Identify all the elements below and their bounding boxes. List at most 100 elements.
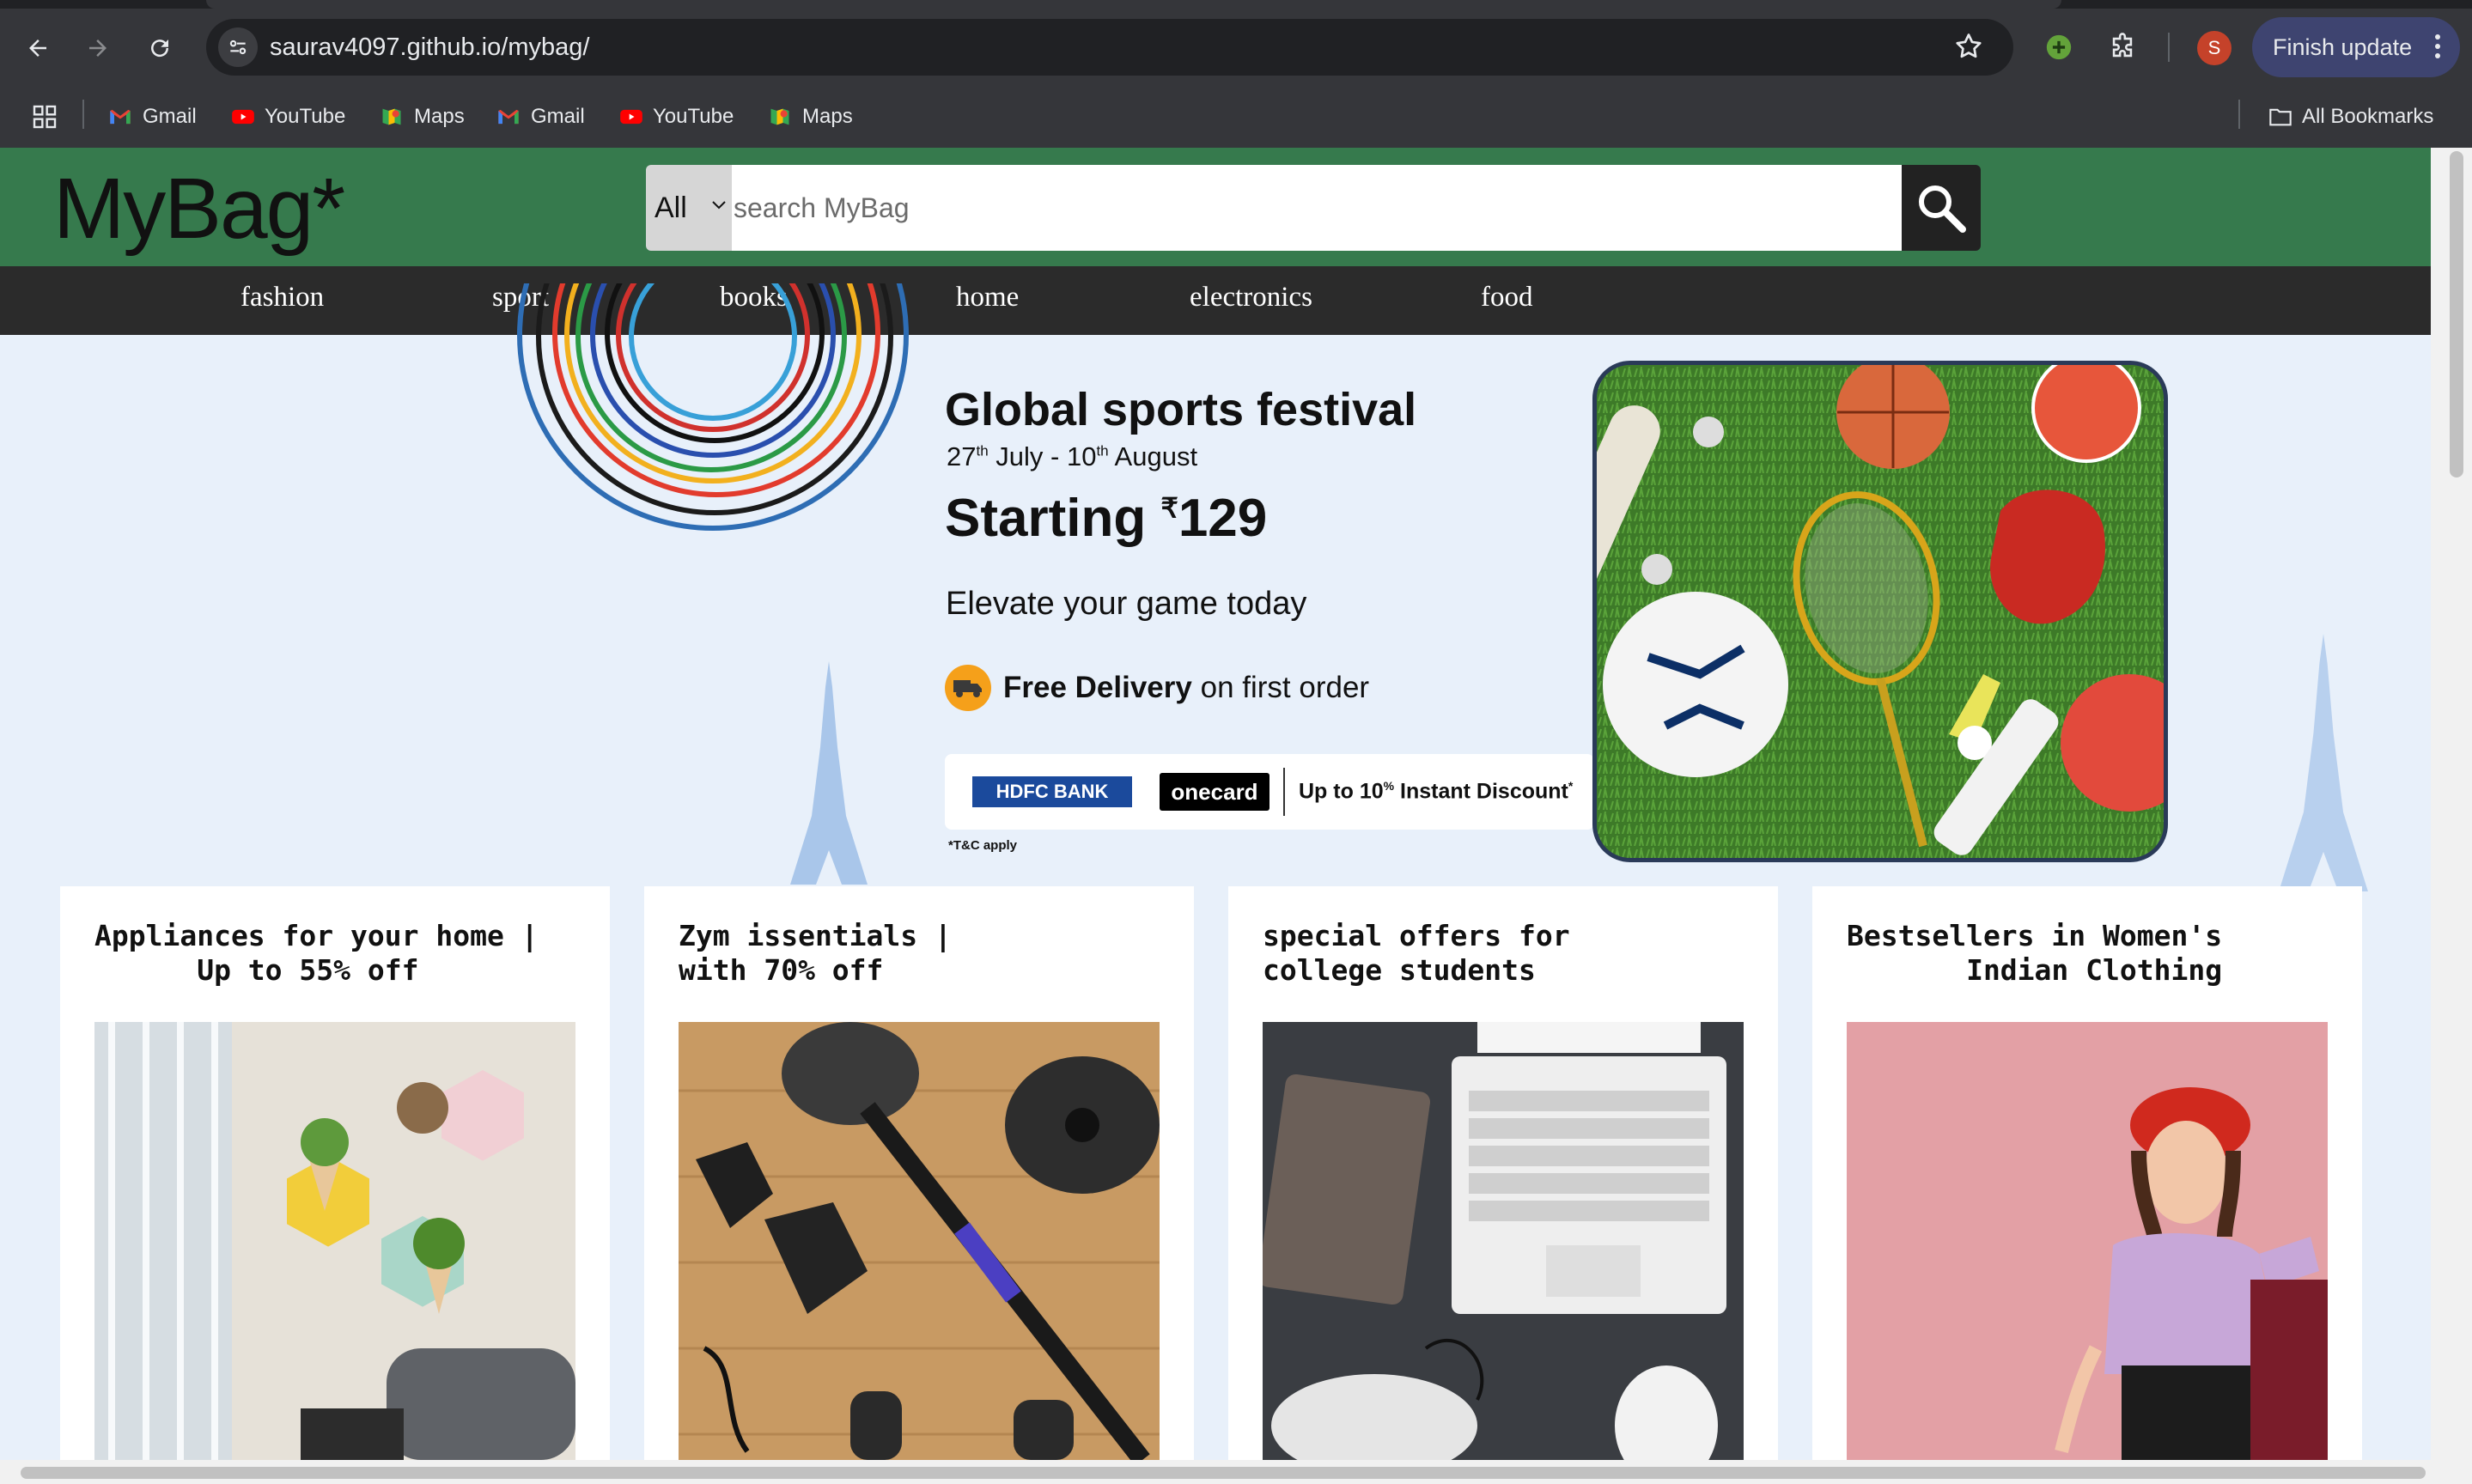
sports-equipment-image: [1592, 361, 2168, 862]
gmail-icon: [496, 105, 521, 129]
discount-mark: *: [1568, 779, 1574, 794]
vertical-scrollbar[interactable]: [2431, 148, 2472, 1460]
forward-button[interactable]: [79, 29, 117, 67]
bookmarks-divider: [82, 100, 84, 129]
category-card-women-clothing[interactable]: Bestsellers in Women's Indian Clothing: [1812, 886, 2362, 1460]
bookmark-label: YouTube: [265, 105, 346, 128]
start-month: July -: [988, 441, 1067, 471]
card-title: Zym issentials | with 70% off: [679, 919, 952, 987]
search-input[interactable]: [732, 165, 1902, 251]
bookmark-star-icon[interactable]: [1953, 31, 1984, 66]
search-bar: All: [646, 165, 2020, 251]
apps-grid-icon[interactable]: [31, 101, 58, 132]
nav-link-electronics[interactable]: electronics: [1190, 282, 1312, 313]
chevron-down-icon: [711, 194, 727, 216]
tab-strip: [0, 0, 2472, 9]
youtube-icon: [230, 105, 254, 129]
laptop-desk-illustration: [1263, 1022, 1744, 1460]
folder-icon: [2268, 105, 2292, 129]
bookmark-gmail-1[interactable]: Gmail: [108, 101, 197, 132]
gym-equipment-illustration: [679, 1022, 1160, 1460]
finish-update-label: Finish update: [2273, 33, 2413, 60]
search-button[interactable]: [1902, 165, 1981, 251]
currency-symbol: ₹: [1160, 492, 1178, 524]
card-image-gym: [679, 1022, 1160, 1460]
nav-link-food[interactable]: food: [1481, 282, 1533, 313]
bookmark-gmail-2[interactable]: Gmail: [496, 101, 585, 132]
site-info-icon[interactable]: [218, 27, 258, 67]
discount-main: Up to 10: [1299, 779, 1384, 804]
delivery-bold: Free Delivery: [1003, 671, 1192, 704]
category-card-gym[interactable]: Zym issentials | with 70% off: [644, 886, 1194, 1460]
bookmark-label: Gmail: [531, 105, 585, 128]
site-logo[interactable]: MyBag*: [53, 160, 345, 258]
more-menu-icon[interactable]: [2434, 33, 2441, 66]
delivery-note: Free Delivery on first order: [945, 665, 1369, 711]
sports-gear-illustration: [1597, 365, 2164, 858]
card-image-college: [1263, 1022, 1744, 1460]
bookmark-maps-1[interactable]: Maps: [380, 101, 465, 132]
price-value: 129: [1178, 489, 1268, 548]
toolbar-divider: [2168, 33, 2170, 62]
bookmark-maps-2[interactable]: Maps: [768, 101, 853, 132]
finish-update-button[interactable]: Finish update: [2252, 17, 2460, 77]
site-header: MyBag* All: [0, 148, 2431, 266]
hero-tagline: Elevate your game today: [946, 586, 1307, 622]
bank-offer-strip: HDFC BANK onecard Up to 10% Instant Disc…: [945, 754, 1594, 830]
all-bookmarks-label: All Bookmarks: [2302, 105, 2434, 128]
vertical-scroll-thumb[interactable]: [2450, 151, 2463, 477]
all-bookmarks-button[interactable]: All Bookmarks: [2268, 101, 2433, 132]
eiffel-tower-graphic: [790, 661, 868, 885]
delivery-truck-icon: [945, 665, 991, 711]
search-category-select[interactable]: All: [646, 165, 732, 251]
offer-divider: [1283, 768, 1285, 816]
extension-icon[interactable]: [2039, 27, 2079, 67]
delivery-rest: on first order: [1191, 671, 1370, 704]
web-page: MyBag* All fashion sport books home elec…: [0, 148, 2431, 1460]
start-day: 27: [947, 441, 977, 471]
price-prefix: Starting: [945, 489, 1161, 548]
card-title: Appliances for your home | Up to 55% off: [94, 919, 539, 987]
forward-arrow-icon: [89, 40, 107, 57]
category-card-college[interactable]: special offers for college students: [1228, 886, 1778, 1460]
url-text[interactable]: saurav4097.github.io/mybag/: [270, 33, 589, 62]
browser-chrome: saurav4097.github.io/mybag/ S Finish upd…: [0, 0, 2472, 148]
reload-icon: [151, 40, 169, 58]
horizontal-scrollbar[interactable]: [0, 1460, 2472, 1484]
bookmark-label: Maps: [414, 105, 465, 128]
model-illustration: [1847, 1022, 2328, 1460]
category-card-appliances[interactable]: Appliances for your home | Up to 55% off: [60, 886, 610, 1460]
card-image-women-clothing: [1847, 1022, 2328, 1460]
card-title: Bestsellers in Women's Indian Clothing: [1847, 919, 2223, 987]
card-title: special offers for college students: [1263, 919, 1570, 987]
bookmark-youtube-2[interactable]: YouTube: [618, 101, 734, 132]
hero-price: Starting ₹129: [945, 488, 1267, 549]
end-month: August: [1108, 441, 1198, 471]
bookmark-youtube-1[interactable]: YouTube: [230, 101, 345, 132]
hero-title: Global sports festival: [945, 384, 1417, 435]
discount-percent: %: [1383, 779, 1395, 794]
nav-link-home[interactable]: home: [956, 282, 1019, 313]
reload-button[interactable]: [141, 29, 179, 67]
home-decor-illustration: [94, 1022, 575, 1460]
hero-banner[interactable]: Global sports festival 27th July - 10th …: [0, 283, 2431, 891]
youtube-icon: [618, 105, 642, 129]
nav-link-fashion[interactable]: fashion: [241, 282, 324, 313]
maps-icon: [768, 105, 792, 129]
address-bar[interactable]: saurav4097.github.io/mybag/: [206, 19, 2013, 76]
extensions-puzzle-icon[interactable]: [2103, 27, 2142, 67]
maps-icon: [380, 105, 404, 129]
horizontal-scroll-thumb[interactable]: [21, 1467, 2426, 1479]
back-button[interactable]: [19, 29, 57, 67]
bookmarks-bar: [0, 94, 2472, 139]
profile-avatar[interactable]: S: [2197, 31, 2231, 65]
category-nav: fashion sport books home electronics foo…: [0, 266, 2431, 335]
hdfc-bank-logo: HDFC BANK: [972, 776, 1132, 807]
search-icon: [1919, 186, 1966, 233]
bookmark-label: Maps: [802, 105, 853, 128]
end-day-suffix: th: [1096, 442, 1109, 459]
active-tab-edge: [206, 0, 2061, 9]
end-day: 10: [1066, 441, 1097, 471]
discount-text: Up to 10% Instant Discount*: [1299, 779, 1573, 804]
card-image-appliances: [94, 1022, 575, 1460]
